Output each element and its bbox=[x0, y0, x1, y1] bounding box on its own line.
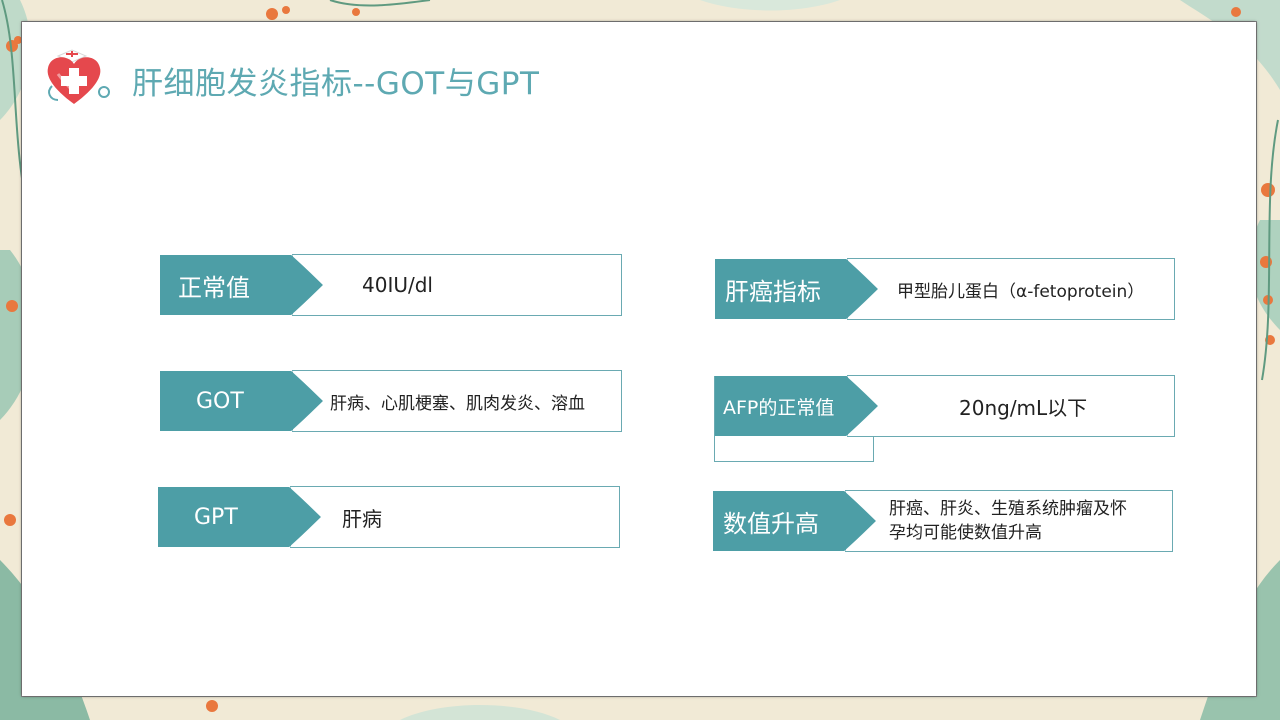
value-line-2: 孕均可能使数值升高 bbox=[889, 523, 1042, 543]
label-text: 肝癌指标 bbox=[725, 277, 821, 306]
value-text: 40IU/dl bbox=[362, 273, 433, 297]
label-text: GOT bbox=[196, 388, 244, 414]
normal-value-row: 正常值 40IU/dl bbox=[160, 254, 622, 316]
elevated-values-row: 数值升高 肝癌、肝炎、生殖系统肿瘤及怀 孕均可能使数值升高 bbox=[713, 490, 1173, 552]
medical-heart-cross-icon bbox=[47, 49, 110, 104]
value-line-1: 肝癌、肝炎、生殖系统肿瘤及怀 bbox=[889, 499, 1127, 519]
got-row: GOT 肝病、心肌梗塞、肌肉发炎、溶血 bbox=[160, 370, 622, 432]
value-box bbox=[292, 254, 622, 316]
gpt-row: GPT 肝病 bbox=[158, 486, 620, 548]
value-text: 20ng/mL以下 bbox=[959, 395, 1088, 420]
slide-title: 肝细胞发炎指标--GOT与GPT bbox=[132, 66, 540, 102]
label-text: 数值升高 bbox=[723, 509, 819, 538]
label-text: GPT bbox=[194, 504, 238, 530]
afp-normal-row: AFP的正常值 20ng/mL以下 bbox=[715, 375, 1175, 437]
value-text: 肝癌、肝炎、生殖系统肿瘤及怀 孕均可能使数值升高 bbox=[889, 490, 1127, 552]
value-box bbox=[290, 486, 620, 548]
slide-card bbox=[22, 22, 1256, 696]
value-text: 甲型胎儿蛋白（α-fetoprotein） bbox=[897, 281, 1145, 302]
label-text: AFP的正常值 bbox=[723, 396, 835, 419]
label-text: 正常值 bbox=[178, 273, 250, 302]
value-text: 肝病 bbox=[342, 506, 382, 531]
value-text: 肝病、心肌梗塞、肌肉发炎、溶血 bbox=[330, 393, 585, 414]
liver-cancer-marker-row: 肝癌指标 甲型胎儿蛋白（α-fetoprotein） bbox=[715, 258, 1175, 320]
